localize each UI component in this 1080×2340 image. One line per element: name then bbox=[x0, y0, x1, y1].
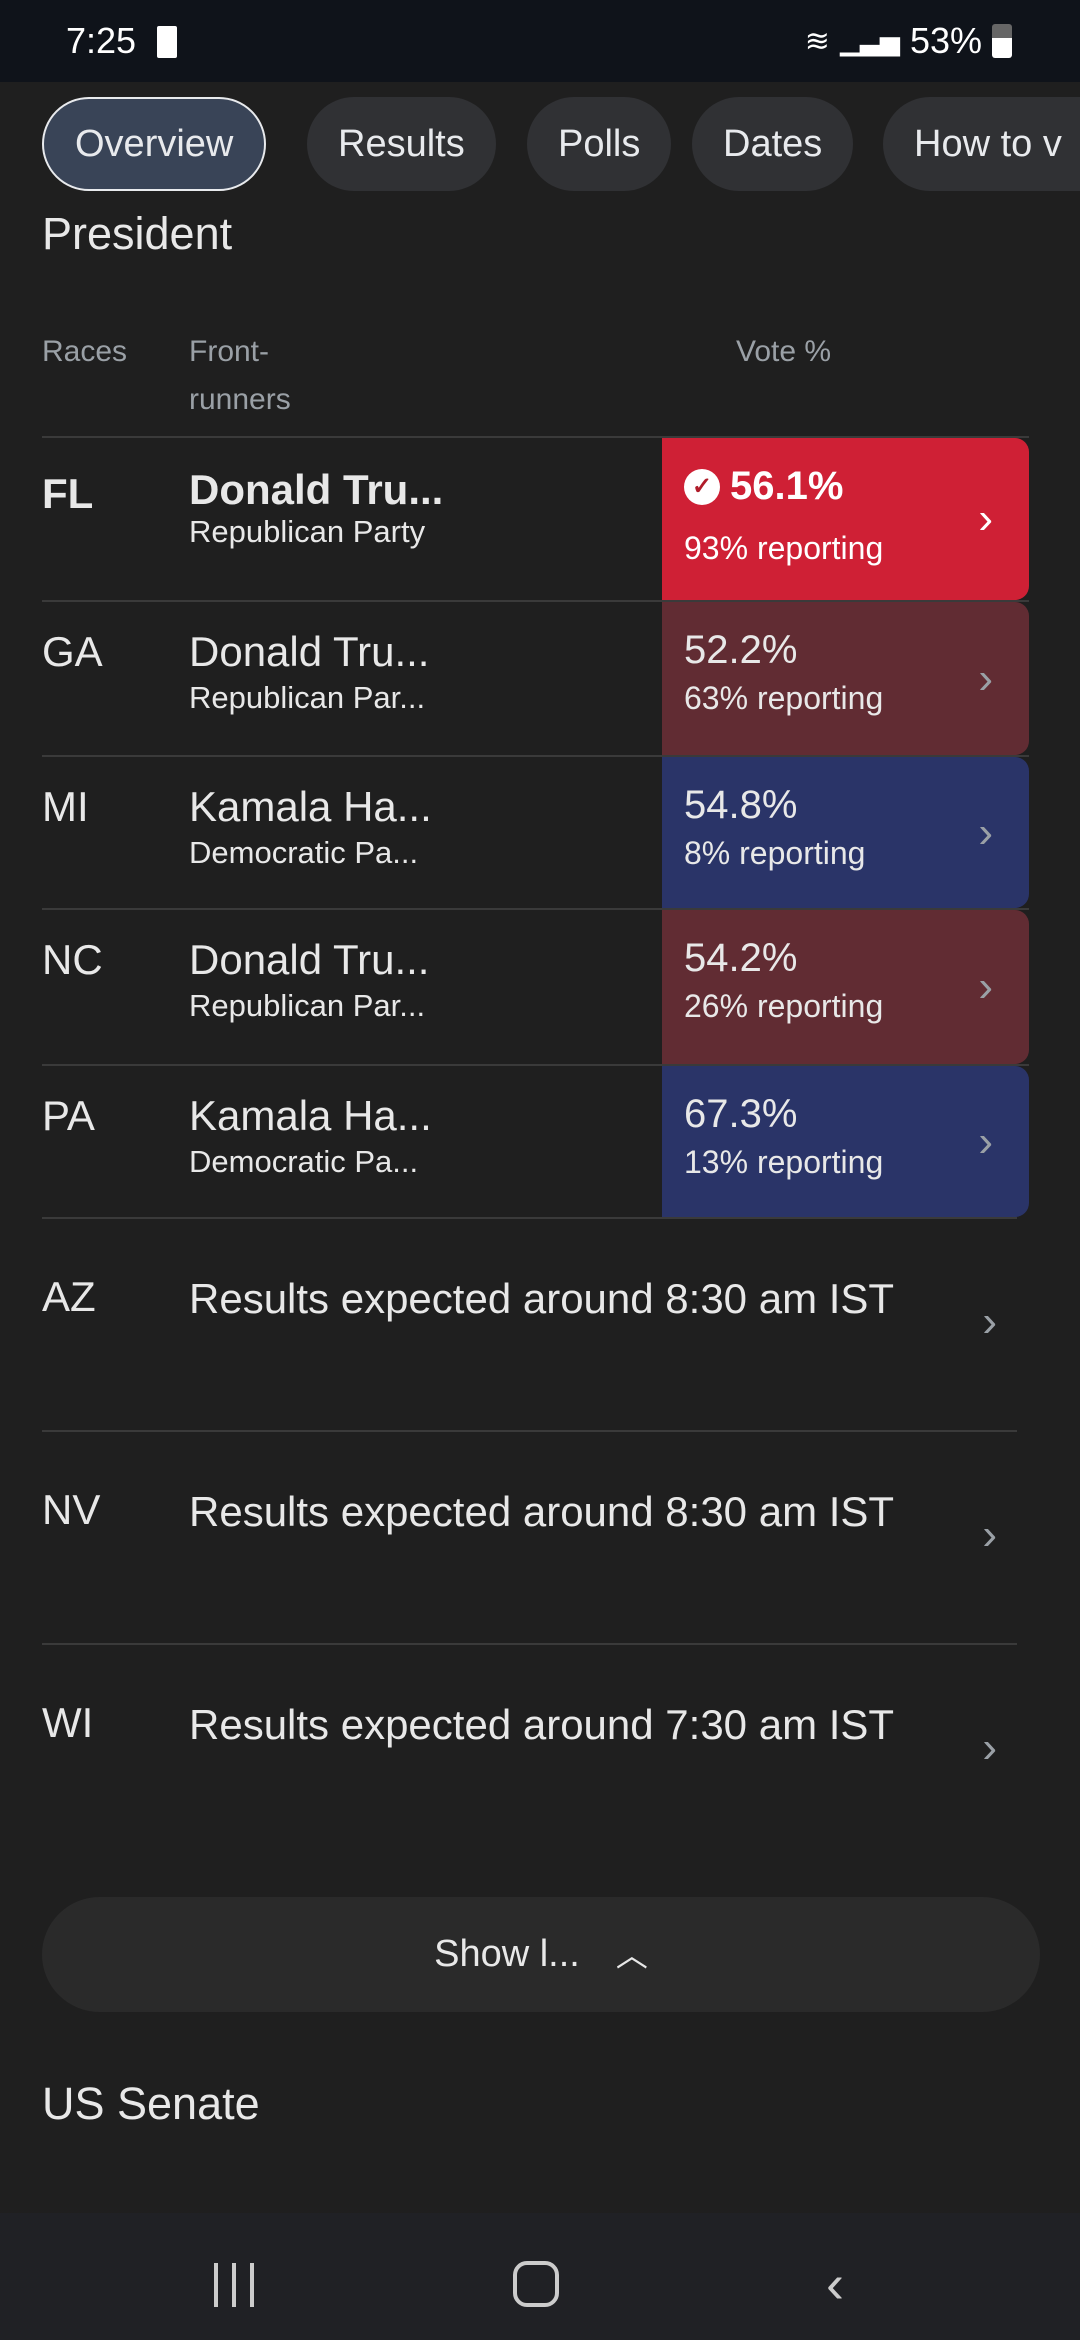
vote-percent: 67.3% bbox=[684, 1092, 797, 1137]
race-state: NV bbox=[42, 1486, 101, 1533]
chevron-right-icon: › bbox=[978, 653, 993, 703]
race-row[interactable]: FL Donald Tru... Republican Party ✓ 56.1%… bbox=[42, 436, 1029, 600]
vote-percent: ✓ 56.1% bbox=[684, 464, 843, 509]
vote-percent: 52.2% bbox=[684, 628, 797, 673]
vote-box[interactable]: ✓ 56.1% 93% reporting › bbox=[662, 438, 1029, 600]
sd-card-icon bbox=[157, 26, 177, 58]
status-bar: 7:25 ≋ ▁▃▅ 53% bbox=[0, 0, 1080, 82]
vote-box[interactable]: 67.3% 13% reporting › bbox=[662, 1066, 1029, 1217]
section-title-president: President bbox=[42, 208, 233, 259]
vote-percent: 54.2% bbox=[684, 936, 797, 981]
chevron-right-icon: › bbox=[978, 962, 993, 1011]
results-expected-text: Results expected around 7:30 am IST bbox=[189, 1701, 895, 1748]
chevron-right-icon: › bbox=[978, 1116, 993, 1166]
results-expected-text: Results expected around 8:30 am IST bbox=[189, 1488, 895, 1535]
vote-box[interactable]: 52.2% 63% reporting › bbox=[662, 602, 1029, 755]
race-state: PA bbox=[42, 1092, 95, 1139]
check-circle-icon: ✓ bbox=[684, 468, 720, 505]
header-frontrunners-line1: Front- bbox=[189, 335, 270, 368]
reporting-text: 63% reporting bbox=[684, 680, 884, 716]
race-row[interactable]: NC Donald Tru... Republican Par... 54.2%… bbox=[42, 908, 1029, 1064]
wifi-icon: ≋ bbox=[804, 24, 830, 58]
tab-polls[interactable]: Polls bbox=[527, 97, 672, 191]
recent-apps-icon[interactable] bbox=[214, 2263, 254, 2307]
race-row[interactable]: GA Donald Tru... Republican Par... 52.2%… bbox=[42, 600, 1029, 755]
tab-dates[interactable]: Dates bbox=[692, 97, 854, 191]
status-time: 7:25 bbox=[66, 20, 137, 61]
race-state: GA bbox=[42, 628, 103, 675]
header-races: Races bbox=[42, 335, 128, 368]
race-state: WI bbox=[42, 1699, 94, 1746]
pending-race-row[interactable]: WI Results expected around 7:30 am IST › bbox=[42, 1643, 1017, 1856]
home-icon[interactable] bbox=[513, 2261, 559, 2307]
candidate-name: Donald Tru... bbox=[189, 466, 444, 513]
reporting-text: 13% reporting bbox=[684, 1144, 884, 1180]
candidate-name: Donald Tru... bbox=[189, 936, 430, 983]
race-row[interactable]: PA Kamala Ha... Democratic Pa... 67.3% 1… bbox=[42, 1064, 1029, 1217]
race-row[interactable]: MI Kamala Ha... Democratic Pa... 54.8% 8… bbox=[42, 755, 1029, 908]
candidate-party: Republican Party bbox=[189, 514, 426, 549]
signal-icon: ▁▃▅ bbox=[839, 25, 900, 56]
show-less-label: Show l... bbox=[434, 1933, 580, 1975]
vote-value: 52.2% bbox=[684, 628, 798, 672]
header-frontrunners: Front-runners bbox=[189, 328, 291, 424]
vote-box[interactable]: 54.8% 8% reporting › bbox=[662, 757, 1029, 908]
candidate-party: Democratic Pa... bbox=[189, 1144, 419, 1179]
candidate-party: Democratic Pa... bbox=[189, 835, 419, 870]
tab-results[interactable]: Results bbox=[307, 97, 496, 191]
header-vote: Vote % bbox=[736, 335, 832, 368]
race-state: FL bbox=[42, 470, 94, 517]
pending-race-row[interactable]: NV Results expected around 8:30 am IST › bbox=[42, 1430, 1017, 1643]
reporting-text: 8% reporting bbox=[684, 835, 866, 871]
chevron-right-icon: › bbox=[982, 1510, 997, 1559]
chevron-right-icon: › bbox=[982, 1723, 997, 1772]
navigation-bar: ‹ bbox=[0, 2213, 1080, 2340]
vote-value: 67.3% bbox=[684, 1092, 798, 1136]
candidate-name: Donald Tru... bbox=[189, 628, 430, 675]
vote-percent: 54.8% bbox=[684, 783, 797, 828]
vote-value: 56.1% bbox=[730, 464, 844, 508]
chevron-up-icon: ︿ bbox=[615, 1937, 648, 1973]
race-state: NC bbox=[42, 936, 103, 983]
tab-how-to-vote[interactable]: How to v bbox=[883, 97, 1080, 191]
back-icon[interactable]: ‹ bbox=[826, 2253, 844, 2315]
tab-bar: Overview Results Polls Dates How to v bbox=[0, 82, 1080, 208]
race-state: AZ bbox=[42, 1273, 96, 1320]
battery-icon bbox=[992, 24, 1012, 58]
chevron-right-icon: › bbox=[978, 807, 993, 857]
candidate-name: Kamala Ha... bbox=[189, 783, 432, 830]
candidate-name: Kamala Ha... bbox=[189, 1092, 432, 1139]
reporting-text: 93% reporting bbox=[684, 530, 884, 566]
tab-overview[interactable]: Overview bbox=[42, 97, 267, 191]
battery-text: 53% bbox=[909, 20, 982, 61]
show-less-button[interactable]: Show l... ︿ bbox=[42, 1897, 1040, 2012]
race-state: MI bbox=[42, 783, 89, 830]
vote-box[interactable]: 54.2% 26% reporting › bbox=[662, 910, 1029, 1064]
vote-value: 54.8% bbox=[684, 783, 798, 827]
candidate-party: Republican Par... bbox=[189, 680, 426, 715]
chevron-right-icon: › bbox=[982, 1297, 997, 1346]
results-expected-text: Results expected around 8:30 am IST bbox=[189, 1275, 895, 1322]
section-title-senate: US Senate bbox=[42, 2078, 260, 2129]
candidate-party: Republican Par... bbox=[189, 988, 426, 1023]
header-frontrunners-line2: runners bbox=[189, 383, 291, 416]
vote-value: 54.2% bbox=[684, 936, 798, 980]
chevron-right-icon: › bbox=[978, 494, 993, 543]
pending-race-row[interactable]: AZ Results expected around 8:30 am IST › bbox=[42, 1217, 1017, 1430]
reporting-text: 26% reporting bbox=[684, 988, 884, 1024]
